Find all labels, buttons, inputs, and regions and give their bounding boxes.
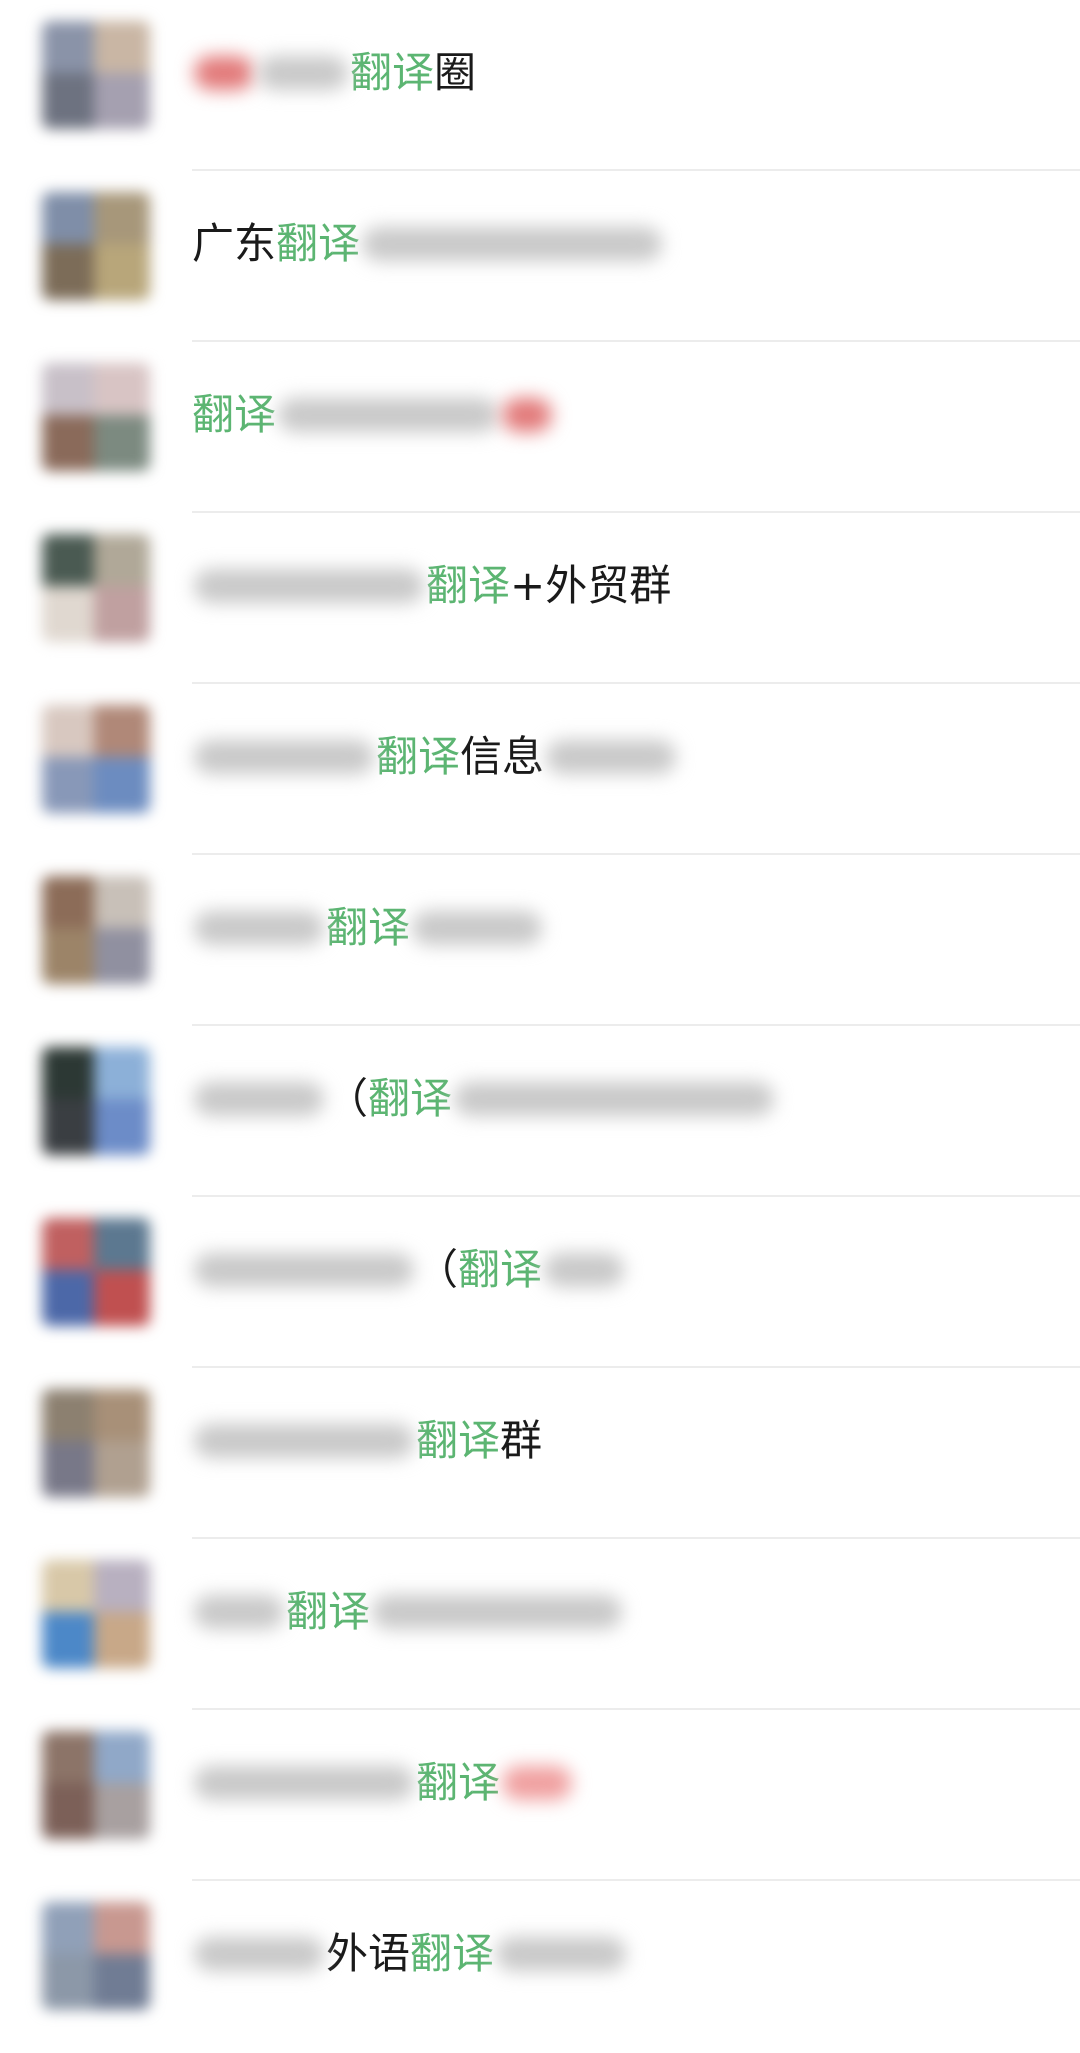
search-highlight: 翻译 — [458, 1245, 543, 1294]
chat-list-item[interactable]: 翻译 — [0, 1538, 1080, 1710]
group-avatar — [42, 876, 150, 984]
chat-list-item[interactable]: 翻译 — [0, 341, 1080, 513]
group-avatar — [42, 363, 150, 471]
chat-name: 翻译 — [192, 1753, 574, 1813]
group-avatar — [42, 534, 150, 642]
redacted-text — [194, 1937, 324, 1971]
search-highlight: 翻译 — [286, 1587, 371, 1636]
redacted-text — [194, 1766, 414, 1800]
group-avatar — [42, 1560, 150, 1668]
chat-list-item[interactable]: 翻译 +外贸群 — [0, 512, 1080, 684]
group-avatar — [42, 1389, 150, 1497]
chat-name-text: 外语 — [326, 1929, 411, 1978]
search-highlight: 翻译 — [376, 732, 461, 781]
chat-name: 翻译群 — [192, 1411, 542, 1471]
group-avatar — [42, 1218, 150, 1326]
redacted-text — [496, 1937, 627, 1971]
redacted-text — [454, 1082, 775, 1116]
search-highlight: 翻译 — [326, 903, 411, 952]
redacted-text — [372, 1595, 623, 1629]
chat-name: 翻译 +外贸群 — [192, 556, 671, 616]
search-highlight: 翻译 — [410, 1929, 495, 1978]
chat-list-item[interactable]: 广东 翻译 — [0, 170, 1080, 342]
redacted-text — [544, 1253, 625, 1287]
chat-list-item[interactable]: 翻译 — [0, 1709, 1080, 1881]
chat-name-text: +外贸群 — [510, 561, 672, 610]
redacted-text — [194, 1595, 284, 1629]
chat-list-item[interactable]: 翻译群 — [0, 1367, 1080, 1539]
group-avatar — [42, 1902, 150, 2010]
chat-list-item[interactable]: 翻译 — [0, 854, 1080, 1026]
chat-name: （翻译 — [192, 1240, 626, 1300]
chat-name: 外语 翻译 — [192, 1924, 628, 1984]
search-highlight: 翻译 — [416, 1758, 501, 1807]
search-highlight: 翻译 — [416, 1416, 501, 1465]
chat-name: 翻译 — [192, 898, 544, 958]
redacted-text — [278, 398, 499, 432]
chat-name: 广东 翻译 — [192, 214, 664, 274]
redacted-text — [194, 911, 324, 945]
chat-list-item[interactable]: （翻译 — [0, 1025, 1080, 1197]
redacted-text — [194, 569, 424, 603]
search-highlight: 翻译 — [368, 1074, 453, 1123]
search-highlight: 翻译 — [276, 219, 361, 268]
chat-list-item[interactable]: 翻译 信息 — [0, 683, 1080, 855]
chat-name-text: 圈 — [434, 48, 477, 97]
group-avatar — [42, 1047, 150, 1155]
search-highlight: 翻译 — [192, 390, 277, 439]
search-highlight: 翻译 — [350, 48, 435, 97]
chat-name: 翻译 — [192, 1582, 624, 1642]
redacted-text — [194, 1424, 414, 1458]
chat-name: 翻译 信息 — [192, 727, 678, 787]
redacted-text — [194, 56, 254, 90]
chat-list-item[interactable]: 外语 翻译 — [0, 1880, 1080, 2052]
redacted-text — [194, 740, 374, 774]
redacted-text — [362, 227, 663, 261]
chat-name-text: （ — [326, 1074, 369, 1123]
search-highlight: 翻译 — [426, 561, 511, 610]
chat-name: 翻译 — [192, 385, 554, 445]
redacted-text — [412, 911, 543, 945]
chat-name: （翻译 — [192, 1069, 776, 1129]
redacted-text — [502, 398, 553, 432]
redacted-text — [502, 1766, 573, 1800]
chat-list-item[interactable]: 翻译圈 — [0, 0, 1080, 171]
chat-name-text: （ — [416, 1245, 459, 1294]
chat-name: 翻译圈 — [192, 43, 476, 103]
group-avatar — [42, 21, 150, 129]
group-avatar — [42, 192, 150, 300]
group-avatar — [42, 705, 150, 813]
chat-name-text: 群 — [500, 1416, 543, 1465]
redacted-text — [258, 56, 348, 90]
chat-name-text: 广东 — [192, 219, 277, 268]
redacted-text — [546, 740, 677, 774]
chat-list-item[interactable]: （翻译 — [0, 1196, 1080, 1368]
redacted-text — [194, 1253, 414, 1287]
group-avatar — [42, 1731, 150, 1839]
chat-name-text: 信息 — [460, 732, 545, 781]
redacted-text — [194, 1082, 324, 1116]
